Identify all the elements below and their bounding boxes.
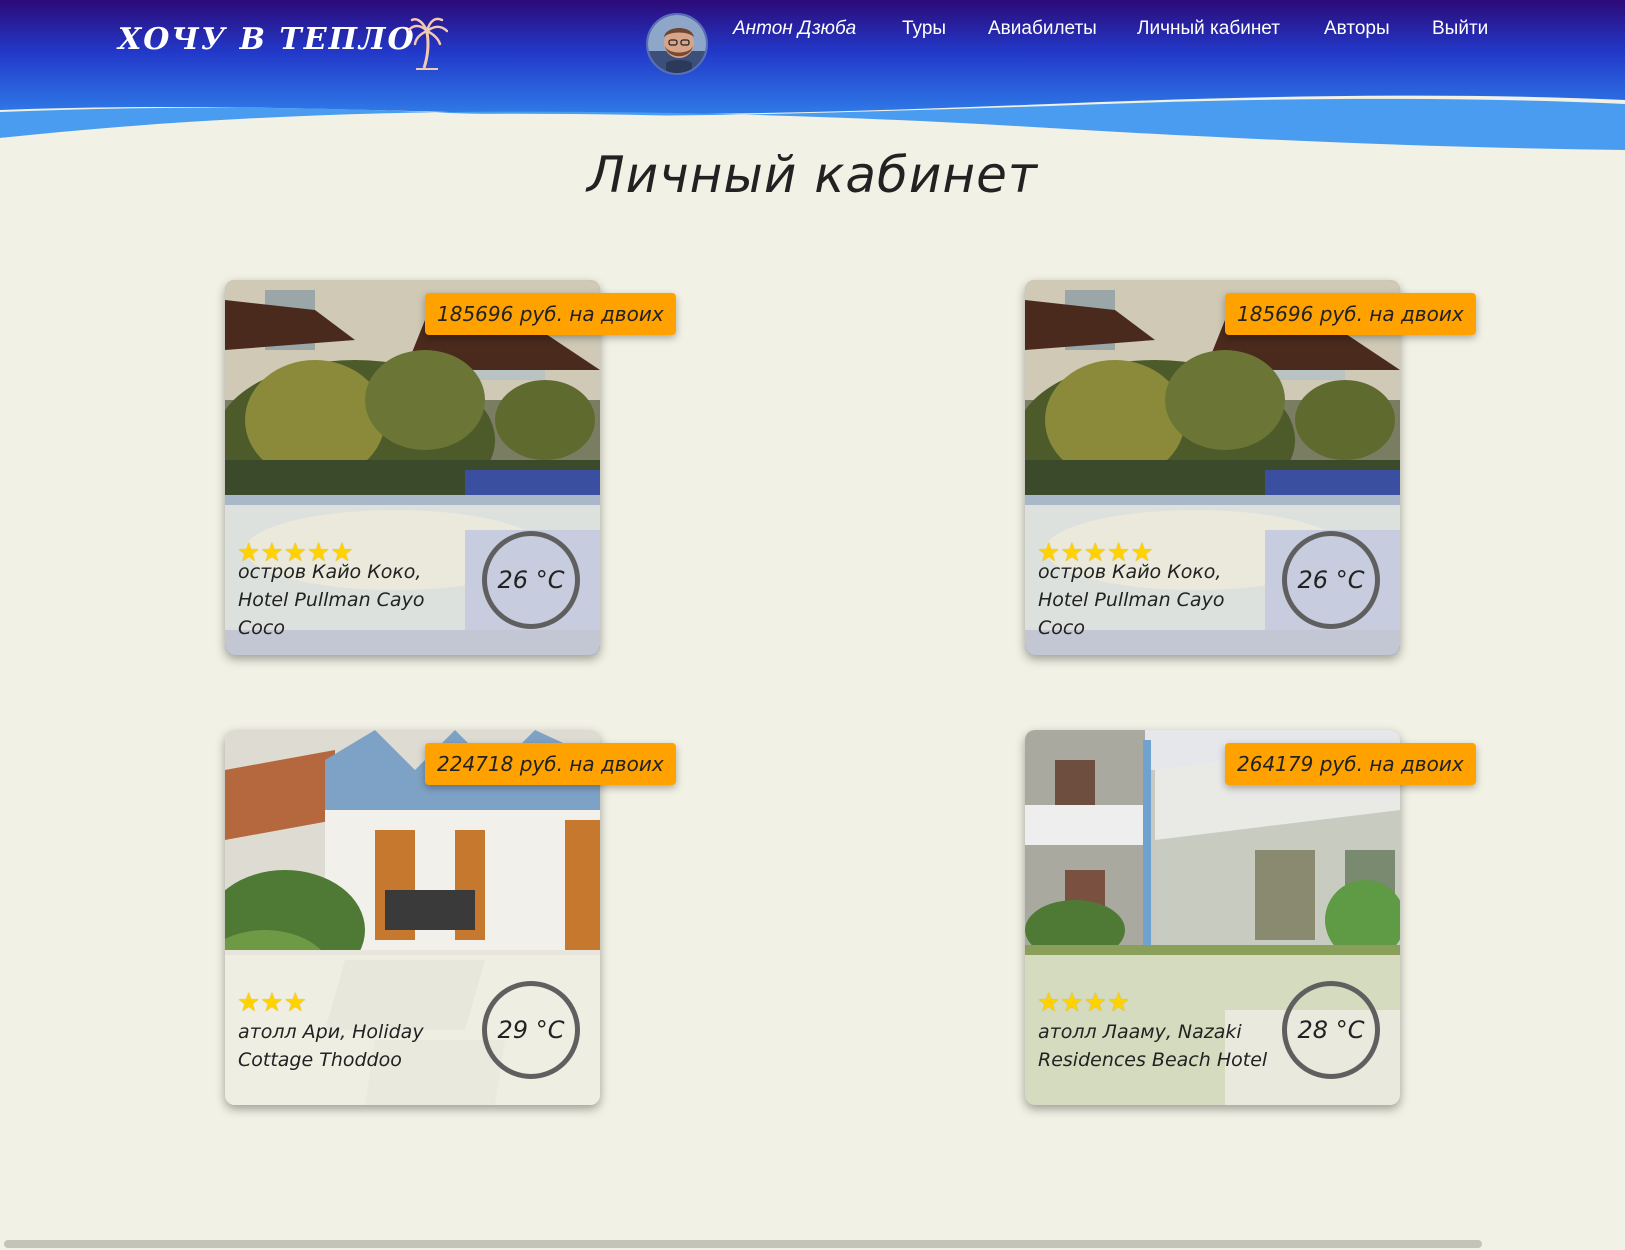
nav-tours[interactable]: Туры bbox=[902, 18, 946, 40]
nav-logout[interactable]: Выйти bbox=[1432, 18, 1488, 40]
price-badge: 224718 руб. на двоих bbox=[425, 743, 676, 785]
hotel-name[interactable]: атолл Ари, Holiday Cottage Thoddoo bbox=[238, 1018, 468, 1074]
temperature-badge: 26 °C bbox=[1282, 531, 1380, 629]
price-badge: 185696 руб. на двоих bbox=[425, 293, 676, 335]
nav-personal-account[interactable]: Личный кабинет bbox=[1137, 18, 1280, 40]
horizontal-scrollbar[interactable] bbox=[4, 1240, 1482, 1248]
star-rating: ★★★ bbox=[237, 988, 307, 1018]
tour-card[interactable]: 264179 руб. на двоих ★★★★ атолл Лааму, N… bbox=[1025, 730, 1476, 1105]
temperature-badge: 29 °C bbox=[482, 981, 580, 1079]
tour-card[interactable]: 224718 руб. на двоих ★★★ атолл Ари, Holi… bbox=[225, 730, 676, 1105]
price-badge: 185696 руб. на двоих bbox=[1225, 293, 1476, 335]
site-logo[interactable]: ХОЧУ В ТЕПЛО bbox=[118, 22, 416, 57]
site-header: ХОЧУ В ТЕПЛО Антон Дзюба Туры Авиабилеты… bbox=[0, 0, 1625, 160]
page-title: Личный кабинет bbox=[587, 146, 1038, 204]
nav-authors[interactable]: Авторы bbox=[1324, 18, 1390, 40]
tour-card[interactable]: 185696 руб. на двоих ★★★★★ остров Кайо К… bbox=[225, 280, 676, 655]
hotel-name[interactable]: атолл Лааму, Nazaki Residences Beach Hot… bbox=[1038, 1018, 1268, 1074]
hotel-name[interactable]: остров Кайо Коко, Hotel Pullman Cayo Coc… bbox=[1038, 558, 1268, 642]
tour-card[interactable]: 185696 руб. на двоих ★★★★★ остров Кайо К… bbox=[1025, 280, 1476, 655]
price-badge: 264179 руб. на двоих bbox=[1225, 743, 1476, 785]
nav-air-tickets[interactable]: Авиабилеты bbox=[988, 18, 1097, 40]
nav-user-name[interactable]: Антон Дзюба bbox=[733, 18, 856, 40]
user-avatar[interactable] bbox=[646, 13, 708, 75]
palm-tree-icon bbox=[408, 17, 448, 70]
temperature-badge: 26 °C bbox=[482, 531, 580, 629]
hotel-name[interactable]: остров Кайо Коко, Hotel Pullman Cayo Coc… bbox=[238, 558, 468, 642]
temperature-badge: 28 °C bbox=[1282, 981, 1380, 1079]
star-rating: ★★★★ bbox=[1037, 988, 1131, 1018]
